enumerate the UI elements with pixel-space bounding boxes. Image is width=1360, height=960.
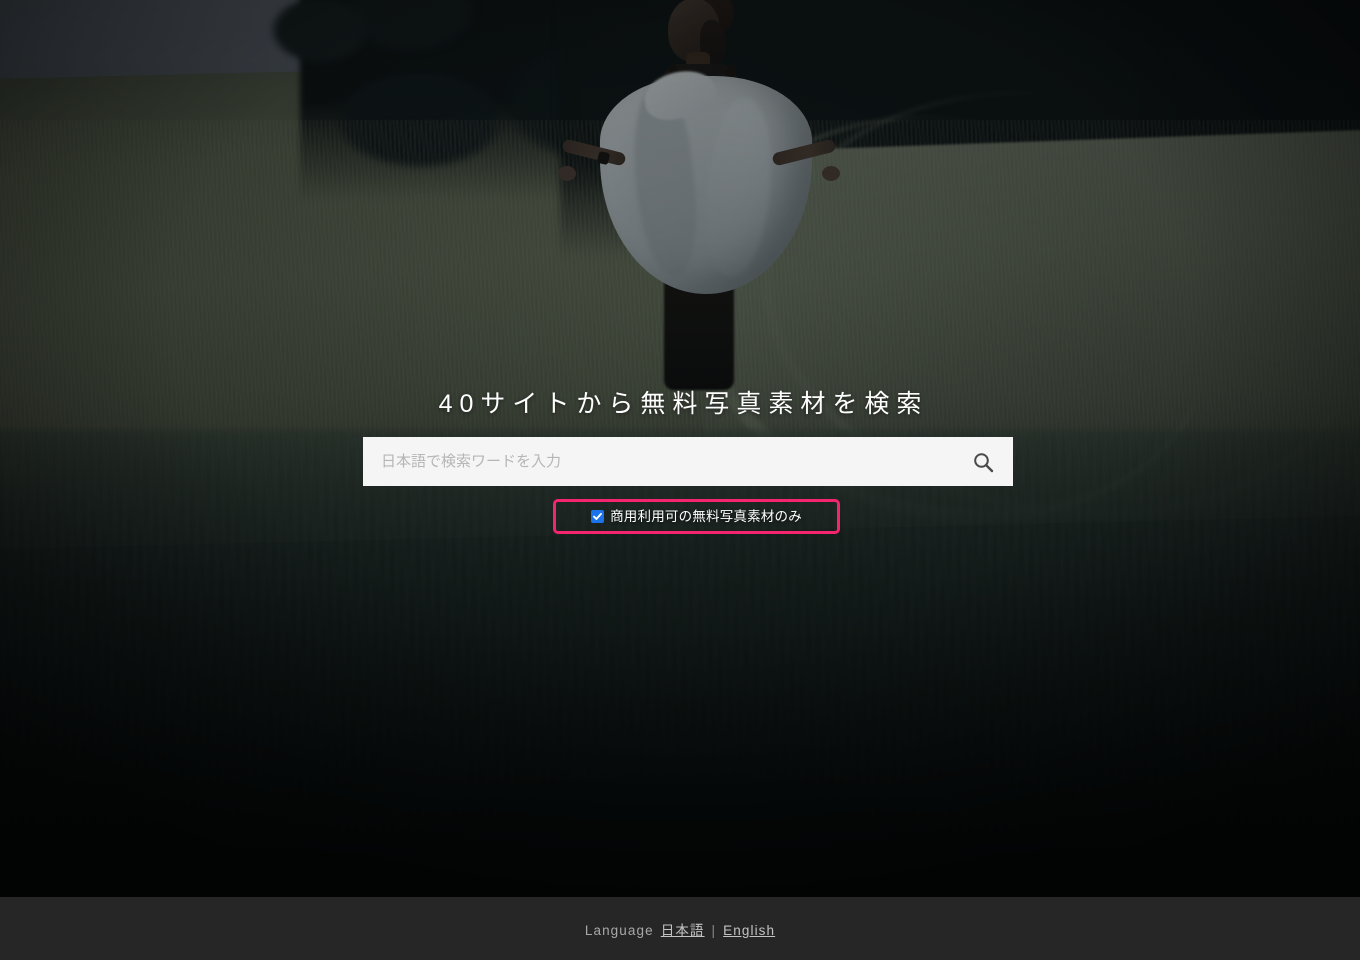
hero-content: 40サイトから無料写真素材を検索 日本語で検索ワードを入力 商用利用可の無料写真… (0, 0, 1360, 897)
search-input[interactable] (363, 437, 953, 486)
hero-section: 40サイトから無料写真素材を検索 日本語で検索ワードを入力 商用利用可の無料写真… (0, 0, 1360, 897)
footer-bar: Language 日本語 | English (0, 897, 1360, 960)
page-title: 40サイトから無料写真素材を検索 (438, 390, 929, 418)
commercial-use-filter-label: 商用利用可の無料写真素材のみ (610, 508, 802, 524)
search-button[interactable] (953, 437, 1013, 486)
language-label: Language (584, 922, 654, 938)
check-icon (592, 511, 603, 522)
commercial-use-filter[interactable]: 商用利用可の無料写真素材のみ (591, 510, 802, 524)
language-separator: | (711, 922, 717, 938)
commercial-filter-highlight: 商用利用可の無料写真素材のみ (553, 499, 840, 534)
language-switcher: Language 日本語 | English (585, 919, 775, 939)
language-link-english[interactable]: English (723, 923, 775, 938)
commercial-use-checkbox[interactable] (591, 510, 605, 523)
search-bar[interactable] (363, 437, 1013, 486)
search-icon (972, 451, 994, 473)
language-link-japanese[interactable]: 日本語 (661, 919, 705, 939)
